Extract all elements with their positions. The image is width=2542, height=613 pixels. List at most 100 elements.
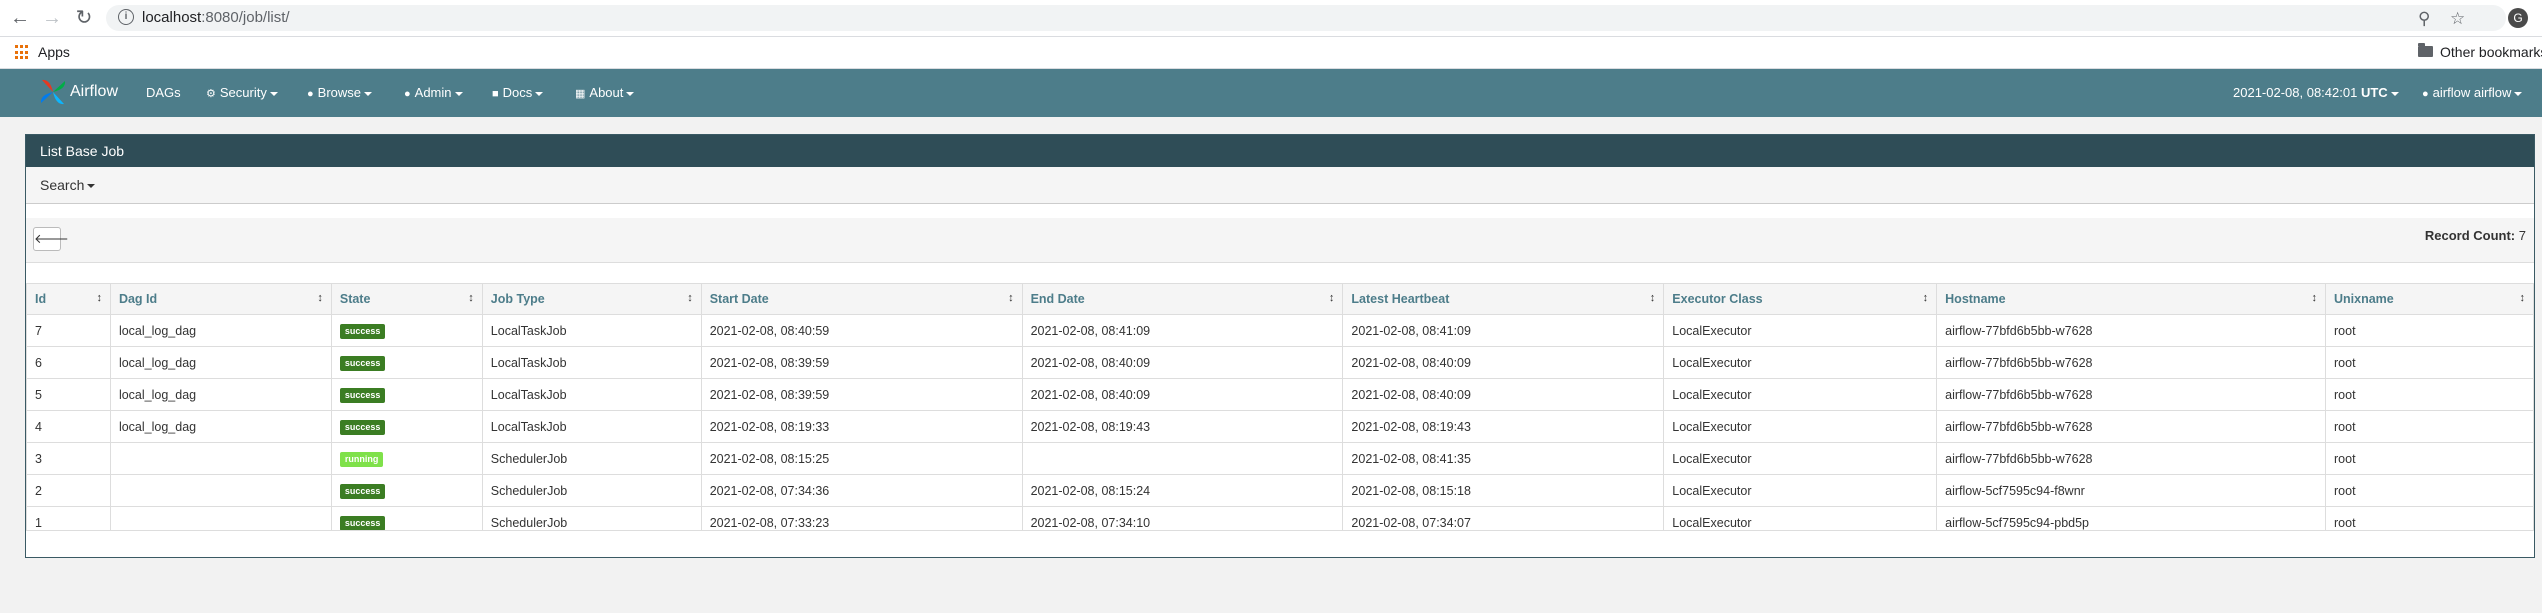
- other-bookmarks[interactable]: Other bookmarks: [2440, 44, 2542, 60]
- sort-icon[interactable]: ↕: [317, 292, 323, 304]
- cell-unixname: root: [2325, 442, 2534, 475]
- cell-id: 2: [26, 474, 111, 507]
- url-text[interactable]: localhost:8080/job/list/: [142, 9, 290, 26]
- address-bar[interactable]: i localhost:8080/job/list/ ⚲ ☆: [106, 5, 2506, 31]
- reload-icon[interactable]: ↻: [72, 6, 96, 30]
- nav-admin[interactable]: ● Admin: [404, 85, 463, 100]
- cell-hostname: airflow-5cf7595c94-f8wnr: [1936, 474, 2326, 507]
- cube-icon: ■: [492, 88, 499, 100]
- cell-state: success: [330, 314, 483, 347]
- cell-dag-id: local_log_dag: [109, 314, 332, 347]
- folder-icon[interactable]: [2418, 43, 2433, 57]
- caret-down-icon: [2514, 91, 2523, 96]
- column-header[interactable]: Latest Heartbeat ↕: [1342, 283, 1665, 315]
- cell-heartbeat: 2021-02-08, 08:41:09: [1342, 314, 1665, 347]
- column-header-label: Id: [35, 292, 47, 306]
- cell-state: success: [330, 474, 483, 507]
- sort-icon[interactable]: ↕: [687, 292, 693, 304]
- sort-icon[interactable]: ↕: [2520, 292, 2526, 304]
- cell-start: 2021-02-08, 08:39:59: [700, 346, 1023, 379]
- cell-end: 2021-02-08, 08:41:09: [1021, 314, 1344, 347]
- cell-hostname: airflow-77bfd6b5bb-w7628: [1936, 410, 2326, 443]
- spacer: [26, 263, 2534, 283]
- nav-docs[interactable]: ■ Docs: [492, 85, 544, 100]
- nav-about[interactable]: ▦ About: [575, 85, 635, 100]
- airflow-logo-icon[interactable]: [38, 77, 68, 107]
- sort-icon[interactable]: ↕: [96, 292, 102, 304]
- zoom-icon[interactable]: ⚲: [2418, 9, 2430, 29]
- state-badge: success: [339, 355, 386, 371]
- cell-heartbeat: 2021-02-08, 08:19:43: [1342, 410, 1665, 443]
- column-header[interactable]: Executor Class ↕: [1663, 283, 1938, 315]
- sort-icon[interactable]: ↕: [468, 292, 474, 304]
- cell-job-type: LocalTaskJob: [481, 410, 702, 443]
- column-header[interactable]: State ↕: [330, 283, 483, 315]
- cell-dag-id: [109, 442, 332, 475]
- profile-avatar[interactable]: G: [2508, 8, 2528, 28]
- cell-dag-id: local_log_dag: [109, 378, 332, 411]
- forward-arrow-icon[interactable]: →: [40, 6, 64, 30]
- menu-dots-icon[interactable]: ⋮: [2534, 6, 2542, 27]
- nav-security[interactable]: ⚙ Security: [206, 85, 278, 100]
- sort-icon[interactable]: ↕: [1008, 292, 1014, 304]
- column-header[interactable]: Unixname ↕: [2325, 283, 2534, 315]
- cell-executor: LocalExecutor: [1663, 346, 1938, 379]
- state-badge: success: [339, 387, 386, 403]
- user-icon: ●: [2422, 88, 2429, 100]
- cell-executor: LocalExecutor: [1663, 442, 1938, 475]
- column-header-label: State: [339, 292, 371, 306]
- cell-executor: LocalExecutor: [1663, 474, 1938, 507]
- search-dropdown[interactable]: Search: [40, 177, 96, 193]
- back-button[interactable]: 🡐: [33, 227, 69, 251]
- clock-dropdown[interactable]: 2021-02-08, 08:42:01 UTC: [2233, 85, 2399, 100]
- cell-end: 2021-02-08, 08:40:09: [1021, 378, 1344, 411]
- cell-hostname: airflow-77bfd6b5bb-w7628: [1936, 378, 2326, 411]
- sort-icon[interactable]: ↕: [1329, 292, 1335, 304]
- cell-state: success: [330, 346, 483, 379]
- record-count: Record Count: 7: [2424, 228, 2526, 243]
- column-header[interactable]: Dag Id ↕: [109, 283, 332, 315]
- nav-browse[interactable]: ● Browse: [307, 85, 373, 100]
- table-row: 4 local_log_dag success LocalTaskJob 2021-02…: [26, 410, 2534, 443]
- sort-icon[interactable]: ↕: [2312, 292, 2318, 304]
- browser-toolbar: ← → ↻ i localhost:8080/job/list/ ⚲ ☆ G ⋮: [0, 0, 2542, 37]
- panel-header: List Base Job: [26, 135, 2534, 167]
- column-header-label: Latest Heartbeat: [1351, 292, 1450, 306]
- info-icon[interactable]: i: [118, 9, 134, 25]
- nav-dags[interactable]: DAGs: [146, 85, 181, 100]
- back-arrow-icon[interactable]: ←: [8, 6, 32, 30]
- column-header[interactable]: Id ↕: [26, 283, 111, 315]
- caret-down-icon: [364, 91, 373, 96]
- column-header-label: Hostname: [1945, 292, 2006, 306]
- sort-icon[interactable]: ↕: [1923, 292, 1929, 304]
- cell-start: 2021-02-08, 08:19:33: [700, 410, 1023, 443]
- table-footer: [26, 530, 2534, 557]
- cell-start: 2021-02-08, 08:40:59: [700, 314, 1023, 347]
- apps-bookmark[interactable]: Apps: [38, 44, 70, 60]
- column-header[interactable]: Hostname ↕: [1936, 283, 2326, 315]
- column-header-label: Unixname: [2334, 292, 2394, 306]
- column-header[interactable]: Job Type ↕: [481, 283, 702, 315]
- table-row: 5 local_log_dag success LocalTaskJob 2021-02…: [26, 378, 2534, 411]
- user-menu[interactable]: ● airflow airflow: [2422, 85, 2523, 100]
- table-row: 3 running SchedulerJob 2021-02-08, 08:15:25…: [26, 442, 2534, 475]
- apps-grid-icon[interactable]: [15, 45, 30, 60]
- cell-start: 2021-02-08, 08:39:59: [700, 378, 1023, 411]
- brand-title[interactable]: Airflow: [70, 83, 118, 101]
- cell-hostname: airflow-77bfd6b5bb-w7628: [1936, 346, 2326, 379]
- caret-down-icon: [535, 91, 544, 96]
- user-icon: ●: [404, 88, 411, 100]
- cell-id: 5: [26, 378, 111, 411]
- column-header[interactable]: Start Date ↕: [700, 283, 1023, 315]
- grid-icon: ▦: [575, 88, 586, 100]
- column-header[interactable]: End Date ↕: [1021, 283, 1344, 315]
- table-row: 6 local_log_dag success LocalTaskJob 2021-02…: [26, 346, 2534, 379]
- star-icon[interactable]: ☆: [2450, 9, 2465, 29]
- arrow-left-icon: 🡐: [34, 231, 69, 246]
- list-toolbar: 🡐 Record Count: 7: [26, 218, 2534, 263]
- sort-icon[interactable]: ↕: [1650, 292, 1656, 304]
- cell-dag-id: local_log_dag: [109, 410, 332, 443]
- search-row: Search: [26, 167, 2534, 203]
- column-header-label: End Date: [1030, 292, 1085, 306]
- panel-title: List Base Job: [40, 143, 125, 159]
